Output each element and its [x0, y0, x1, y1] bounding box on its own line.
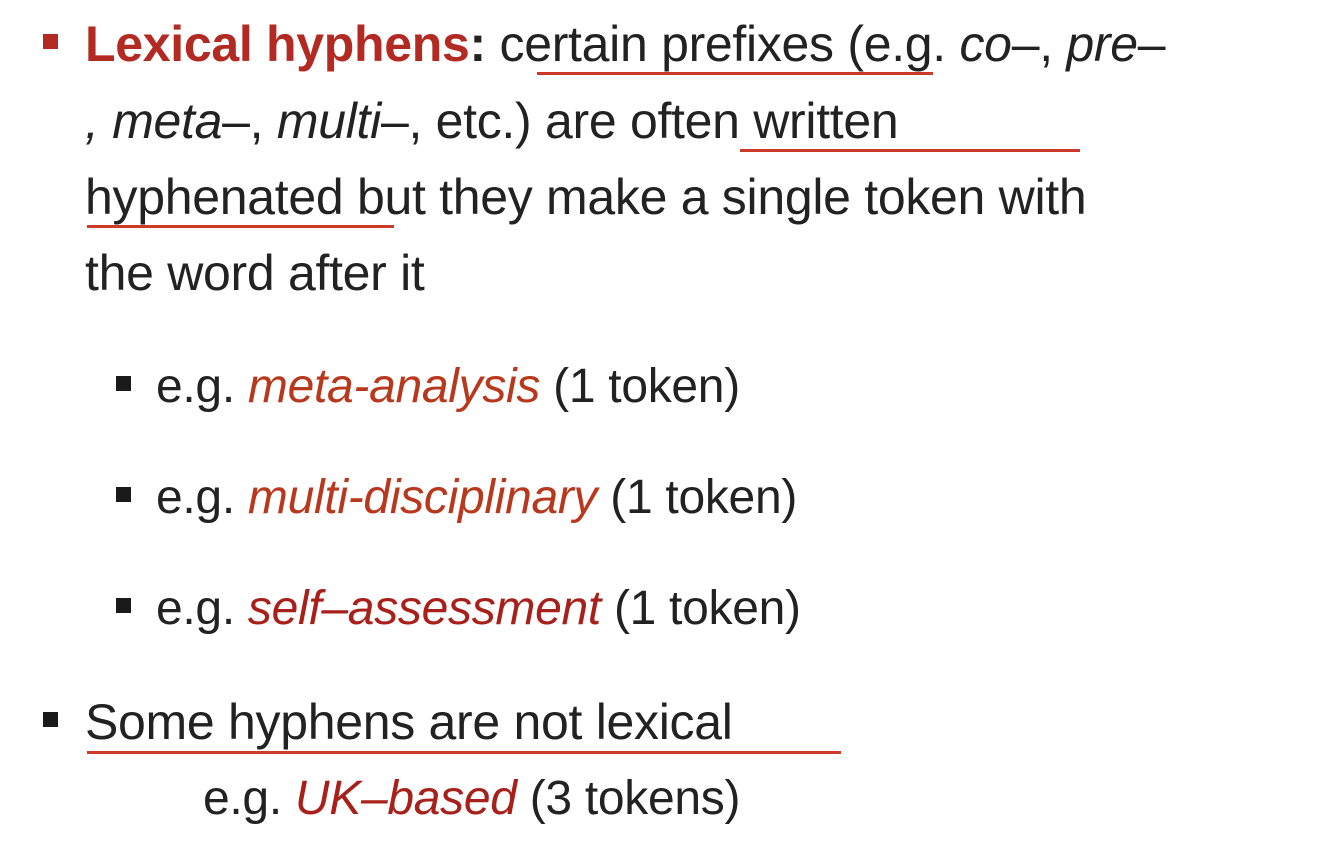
bullet-line-4: the word after it: [85, 245, 425, 301]
underline-hyphenated: [87, 225, 394, 228]
phrase-certain-prefixes: certain prefixes: [499, 16, 835, 72]
sub-bullet-marker: [116, 487, 131, 502]
underline-certain-prefixes: [537, 72, 933, 75]
phrase-hyphenated: hyphenated: [85, 169, 344, 225]
underline-often-written: [740, 149, 1080, 152]
example-word: self–assessment: [247, 582, 601, 635]
sub-bullet-marker: [116, 598, 131, 613]
example-word: meta-analysis: [247, 360, 541, 413]
bullet-marker: [43, 34, 58, 49]
term-lexical-hyphens: Lexical hyphens: [85, 16, 470, 72]
bullet-line-3: hyphenated but they make a single token …: [85, 169, 1087, 225]
bullet-line-1: Lexical hyphens: certain prefixes (e.g. …: [85, 16, 1166, 72]
bullet-line-2: , meta–, multi–, etc.) are often written: [85, 93, 899, 149]
example-item: e.g. multi-disciplinary (1 token): [156, 471, 798, 524]
phrase-often-written: often written: [629, 93, 899, 149]
bullet-marker: [43, 712, 58, 727]
phrase-some-hyphens: Some hyphens are not lexical: [85, 694, 733, 750]
sub-bullet-marker: [116, 376, 131, 391]
bullet2-example: e.g. UK–based (3 tokens): [203, 772, 741, 825]
example-item: e.g. meta-analysis (1 token): [156, 360, 740, 413]
underline-some-hyphens: [87, 751, 841, 754]
bullet2-line-1: Some hyphens are not lexical: [85, 692, 733, 752]
example-word: UK–based: [294, 772, 517, 825]
example-item: e.g. self–assessment (1 token): [156, 582, 801, 635]
example-word: multi-disciplinary: [247, 471, 598, 524]
